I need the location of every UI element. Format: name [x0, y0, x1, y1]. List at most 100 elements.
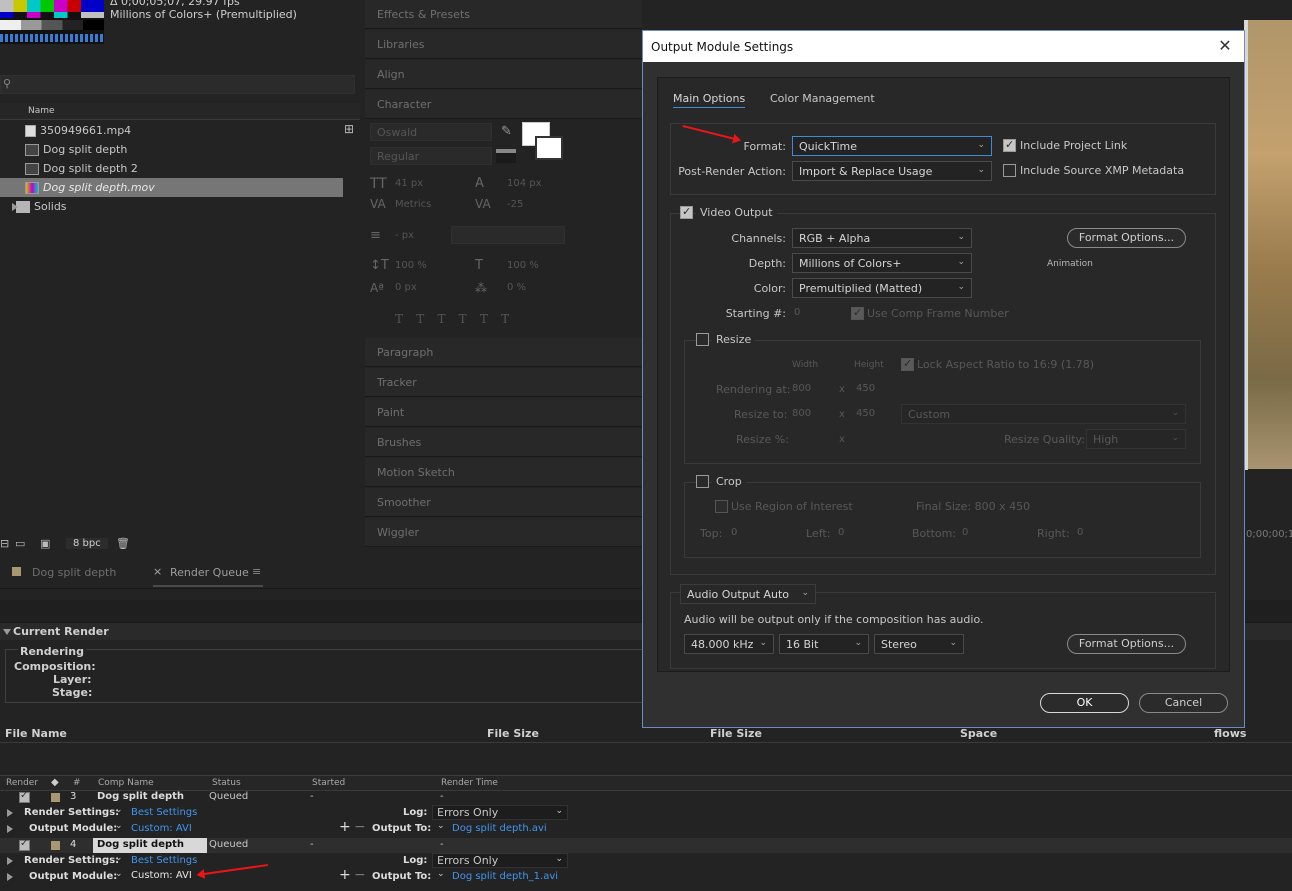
crop-checkbox[interactable]: [696, 475, 709, 488]
composition-preview[interactable]: [1248, 20, 1292, 469]
post-render-dropdown[interactable]: Import & Replace Usage ⌄: [792, 161, 992, 181]
vertical-scale-value[interactable]: 100 %: [395, 260, 427, 271]
panel-character[interactable]: Character: [365, 90, 642, 119]
video-output-checkbox[interactable]: [680, 205, 693, 219]
output-to-link[interactable]: Dog split depth_1.avi: [452, 871, 558, 882]
column-name[interactable]: Name: [28, 106, 55, 116]
remove-output-module-icon[interactable]: −: [354, 867, 366, 883]
panel-motion-sketch[interactable]: Motion Sketch: [365, 458, 642, 487]
stroke-width-value[interactable]: - px: [395, 230, 414, 241]
stroke-type-dropdown[interactable]: [451, 226, 565, 244]
label-tag-icon[interactable]: ◆: [51, 777, 59, 788]
font-size-value[interactable]: 41 px: [395, 178, 423, 189]
output-to-link[interactable]: Dog split depth.avi: [452, 823, 547, 834]
list-item[interactable]: Dog split depth.mov: [0, 178, 343, 197]
panel-align[interactable]: Align: [365, 60, 642, 89]
starting-number-value[interactable]: 0: [794, 307, 800, 318]
list-item[interactable]: 350949661.mp4: [0, 121, 343, 140]
sample-rate-dropdown[interactable]: 48.000 kHz ⌄: [684, 634, 774, 654]
resize-quality-dropdown[interactable]: High ⌄: [1086, 429, 1186, 449]
use-roi-checkbox[interactable]: [715, 500, 728, 513]
audio-channels-dropdown[interactable]: Stereo ⌄: [874, 634, 964, 654]
eyedropper-icon[interactable]: ✎: [501, 124, 512, 139]
crop-left-value[interactable]: 0: [838, 527, 844, 538]
chevron-down-icon[interactable]: ⌄: [115, 821, 123, 831]
font-dropdown[interactable]: Oswald: [370, 123, 492, 141]
expand-icon[interactable]: [12, 202, 18, 211]
tab-render-queue[interactable]: Render Queue: [170, 566, 249, 579]
crop-right-value[interactable]: 0: [1077, 527, 1083, 538]
current-render-expand-icon[interactable]: [3, 629, 11, 635]
lock-aspect-checkbox[interactable]: [901, 357, 914, 371]
trash-icon[interactable]: 🗑: [116, 537, 130, 550]
output-module-link[interactable]: Custom: AVI: [131, 823, 192, 834]
table-row[interactable]: 3 Dog split depth Queued - -: [0, 790, 1292, 805]
channels-dropdown[interactable]: RGB + Alpha ⌄: [792, 228, 972, 248]
close-icon[interactable]: ×: [153, 565, 162, 578]
add-output-module-icon[interactable]: +: [339, 819, 351, 835]
text-style-buttons[interactable]: TTTTTT: [395, 312, 522, 326]
flowchart-icon[interactable]: ⊞: [344, 122, 354, 136]
new-folder-icon[interactable]: ▭: [15, 537, 25, 550]
render-checkbox[interactable]: [19, 838, 30, 851]
include-project-link-checkbox[interactable]: [1003, 138, 1016, 152]
use-comp-frame-checkbox[interactable]: [851, 306, 864, 320]
cancel-button[interactable]: Cancel: [1139, 693, 1228, 713]
resize-preset-dropdown[interactable]: Custom ⌄: [901, 404, 1186, 424]
panel-effects-presets[interactable]: Effects & Presets: [365, 0, 642, 29]
head-num[interactable]: #: [73, 778, 81, 788]
panel-paragraph[interactable]: Paragraph: [365, 338, 642, 367]
video-format-options-button[interactable]: Format Options...: [1067, 228, 1186, 248]
table-row[interactable]: 4 Dog split depth Queued - -: [0, 838, 1292, 853]
expand-icon[interactable]: [7, 873, 13, 881]
log-dropdown[interactable]: Errors Only ⌄: [432, 853, 568, 868]
kerning-value[interactable]: Metrics: [395, 199, 431, 210]
head-comp-name[interactable]: Comp Name: [98, 778, 154, 788]
expand-icon[interactable]: [7, 809, 13, 817]
panel-paint[interactable]: Paint: [365, 398, 642, 427]
tsume-value[interactable]: 0 %: [507, 282, 526, 293]
depth-dropdown[interactable]: Millions of Colors+ ⌄: [792, 253, 972, 273]
remove-output-module-icon[interactable]: −: [354, 819, 366, 835]
label-color[interactable]: [51, 793, 60, 802]
chevron-down-icon[interactable]: ⌄: [437, 821, 445, 831]
format-dropdown[interactable]: QuickTime ⌄: [792, 136, 992, 156]
log-dropdown[interactable]: Errors Only ⌄: [432, 805, 568, 820]
add-output-module-icon[interactable]: +: [339, 867, 351, 883]
horizontal-scale-value[interactable]: 100 %: [507, 260, 539, 271]
expand-icon[interactable]: [7, 825, 13, 833]
bit-depth-dropdown[interactable]: 16 Bit ⌄: [779, 634, 869, 654]
leading-value[interactable]: 104 px: [507, 178, 542, 189]
output-module-link[interactable]: Custom: AVI: [131, 870, 192, 881]
resize-height[interactable]: 450: [856, 408, 875, 419]
crop-top-value[interactable]: 0: [731, 527, 737, 538]
expand-icon[interactable]: [7, 857, 13, 865]
bpc-button[interactable]: 8 bpc: [66, 538, 108, 549]
color-dropdown[interactable]: Premultiplied (Matted) ⌄: [792, 278, 972, 298]
include-xmp-checkbox[interactable]: [1003, 164, 1016, 177]
style-dropdown[interactable]: Regular: [370, 147, 492, 165]
list-item[interactable]: Dog split depth 2: [0, 159, 343, 178]
baseline-shift-value[interactable]: 0 px: [395, 282, 417, 293]
panel-brushes[interactable]: Brushes: [365, 428, 642, 457]
chevron-down-icon[interactable]: ⌄: [115, 805, 123, 815]
search-input[interactable]: ⚲: [0, 75, 355, 94]
chevron-down-icon[interactable]: ⌄: [115, 853, 123, 863]
timecode[interactable]: 0;00;00;17: [1246, 529, 1292, 540]
crop-bottom-value[interactable]: 0: [962, 527, 968, 538]
list-item[interactable]: Dog split depth: [0, 140, 343, 159]
tracking-value[interactable]: -25: [507, 199, 523, 210]
audio-format-options-button[interactable]: Format Options...: [1067, 634, 1186, 654]
interpret-footage-icon[interactable]: ⊟: [0, 537, 9, 550]
list-item[interactable]: Solids: [0, 197, 343, 216]
new-composition-icon[interactable]: ▣: [40, 537, 50, 550]
close-icon[interactable]: ✕: [1216, 37, 1234, 55]
head-render-time[interactable]: Render Time: [441, 778, 498, 788]
render-settings-link[interactable]: Best Settings: [131, 855, 197, 866]
audio-output-dropdown[interactable]: Audio Output Auto ⌄: [680, 584, 816, 604]
head-render[interactable]: Render: [6, 778, 38, 788]
panel-libraries[interactable]: Libraries: [365, 30, 642, 59]
panel-wiggler[interactable]: Wiggler: [365, 518, 642, 547]
panel-menu-icon[interactable]: ≡: [252, 565, 261, 578]
tab-comp[interactable]: Dog split depth: [32, 566, 116, 579]
